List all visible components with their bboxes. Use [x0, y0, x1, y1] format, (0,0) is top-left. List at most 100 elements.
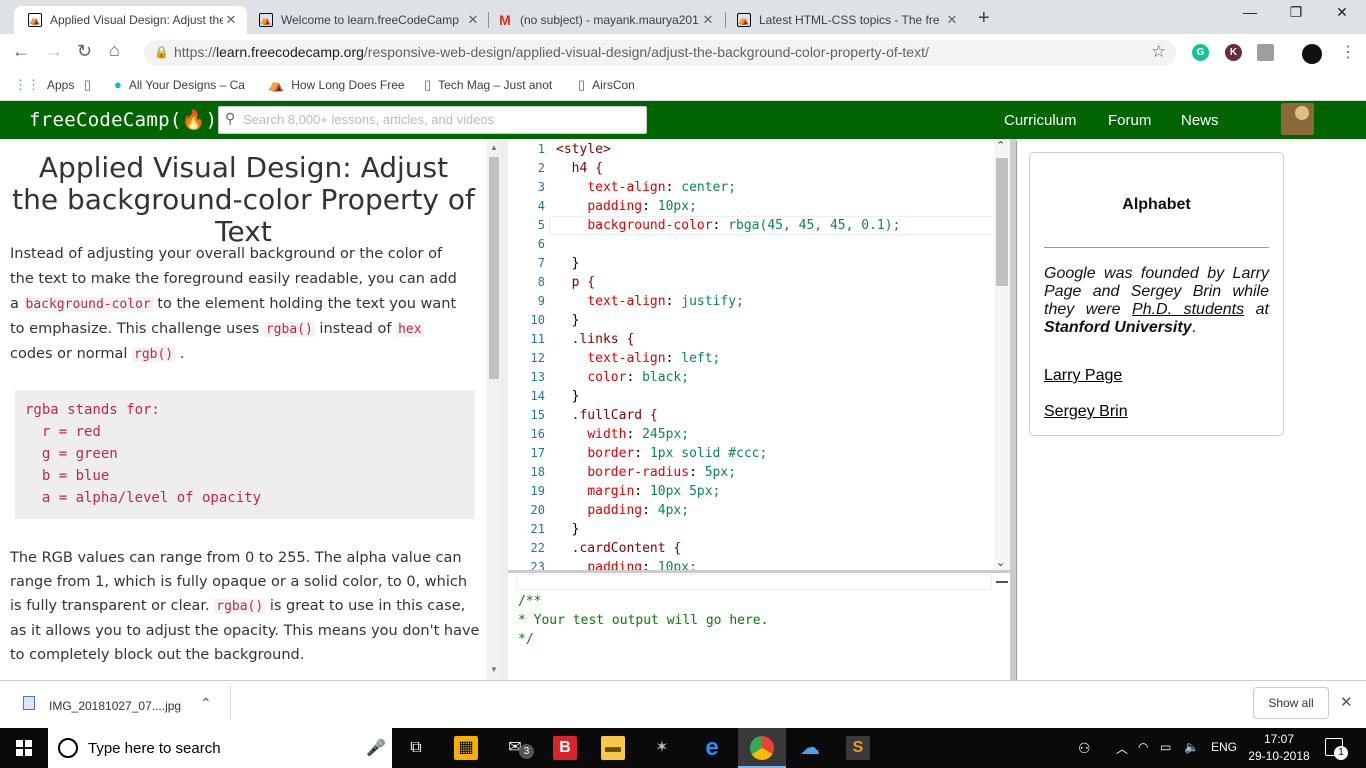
close-window-button[interactable]: ✕: [1319, 4, 1365, 21]
code-line[interactable]: background-color: rbga(45, 45, 45, 0.1);: [556, 216, 900, 235]
download-filename[interactable]: IMG_20181027_07....jpg: [49, 699, 181, 713]
code-line[interactable]: border: 1px solid #ccc;: [556, 444, 767, 463]
scroll-up-icon[interactable]: ▲: [490, 143, 498, 152]
code-line[interactable]: }: [556, 311, 580, 330]
people-icon[interactable]: ⚇: [1078, 740, 1091, 757]
home-icon[interactable]: ⌂: [109, 40, 120, 61]
taskbar-clock[interactable]: 17:07 29-10-2018: [1244, 731, 1314, 765]
code-line[interactable]: .fullCard {: [556, 406, 658, 425]
back-arrow-icon[interactable]: ←: [12, 41, 30, 62]
chevron-down-icon[interactable]: ⌄: [996, 556, 1005, 569]
canva-icon: ●: [114, 77, 122, 92]
code-line[interactable]: padding: 10px;: [556, 197, 697, 216]
line-number: 12: [530, 351, 545, 365]
close-icon[interactable]: ✕: [944, 12, 960, 28]
code-line[interactable]: h4 {: [556, 159, 603, 178]
tab-html-css[interactable]: ⛺ Latest HTML-CSS topics - The fre ✕: [723, 6, 968, 34]
bookmark-airscon[interactable]: ▯ AirsCon: [578, 77, 635, 93]
tab-gmail[interactable]: M (no subject) - mayank.maurya201 ✕: [484, 6, 724, 34]
chrome-icon[interactable]: [750, 736, 774, 760]
extension-icon[interactable]: [1257, 44, 1274, 61]
code-line[interactable]: p {: [556, 273, 596, 292]
close-icon[interactable]: ✕: [700, 12, 716, 28]
notification-badge: 1: [1334, 746, 1348, 760]
volume-icon[interactable]: 🔈: [1184, 740, 1199, 754]
bookmark-apps[interactable]: ⋮⋮ Apps: [14, 77, 74, 93]
clock-date: 29-10-2018: [1248, 749, 1310, 763]
code-line[interactable]: margin: 10px 5px;: [556, 482, 720, 501]
line-number: 21: [530, 522, 545, 536]
nav-forum[interactable]: Forum: [1108, 112, 1151, 129]
chevron-up-icon[interactable]: ⌃: [200, 695, 212, 712]
line-number: 17: [530, 446, 545, 460]
bookmark-how-long[interactable]: ⛺ How Long Does Free: [268, 77, 405, 93]
code-line[interactable]: }: [556, 387, 580, 406]
battery-icon[interactable]: ▭: [1160, 740, 1171, 754]
code-line[interactable]: }: [556, 254, 580, 273]
wifi-icon[interactable]: ◠: [1138, 740, 1148, 754]
code-line[interactable]: }: [556, 520, 580, 539]
code-line[interactable]: text-align: justify;: [556, 292, 744, 311]
bookmark-tech-mag[interactable]: ▯ Tech Mag – Just anot: [424, 77, 552, 93]
forward-arrow-icon[interactable]: →: [45, 41, 63, 62]
minimize-button[interactable]: —: [1227, 4, 1273, 20]
line-number: 18: [530, 465, 545, 479]
nav-news[interactable]: News: [1181, 112, 1219, 129]
code-line[interactable]: border-radius: 5px;: [556, 463, 736, 482]
link-sergey-brin[interactable]: Sergey Brin: [1044, 403, 1128, 421]
language-indicator[interactable]: ENG: [1211, 740, 1237, 754]
edge-icon[interactable]: e: [700, 736, 724, 760]
code-line[interactable]: .links {: [556, 330, 635, 349]
lesson-scrollbar-thumb[interactable]: [489, 157, 499, 379]
store-icon[interactable]: ▦: [454, 736, 478, 760]
code-line[interactable]: .cardContent {: [556, 539, 682, 558]
close-icon[interactable]: ✕: [465, 12, 481, 28]
reload-icon[interactable]: ↻: [77, 41, 92, 62]
windows-start-icon[interactable]: [16, 740, 32, 756]
code-line[interactable]: text-align: center;: [556, 178, 736, 197]
sublime-text-icon[interactable]: S: [846, 736, 870, 760]
close-icon[interactable]: ✕: [1340, 693, 1353, 711]
new-tab-button[interactable]: +: [978, 7, 990, 30]
user-avatar[interactable]: [1281, 103, 1314, 135]
file-explorer-icon[interactable]: ▬: [601, 736, 625, 760]
app-cloud-icon[interactable]: ☁: [798, 736, 822, 760]
profile-avatar[interactable]: [1302, 44, 1322, 64]
tab-welcome[interactable]: ⛺ Welcome to learn.freeCodeCamp ✕: [245, 6, 489, 34]
lesson-title: Applied Visual Design: Adjust the backgr…: [12, 151, 475, 248]
bookmark-star-icon[interactable]: ☆: [1151, 42, 1166, 62]
search-icon: ⚲: [225, 110, 236, 126]
lock-icon[interactable]: 🔒: [154, 45, 169, 59]
extension-k-icon[interactable]: K: [1225, 44, 1242, 61]
show-all-button[interactable]: Show all: [1253, 687, 1329, 719]
tab-active[interactable]: ⛺ Applied Visual Design: Adjust the ✕: [14, 6, 247, 34]
close-icon[interactable]: ✕: [223, 12, 239, 28]
code-line[interactable]: <style>: [556, 140, 611, 159]
task-view-icon[interactable]: ⧉: [404, 736, 428, 760]
editor-scrollbar-thumb[interactable]: [996, 158, 1008, 286]
nav-curriculum[interactable]: Curriculum: [1004, 112, 1077, 129]
output-header: [516, 574, 992, 590]
restore-button[interactable]: ❐: [1273, 4, 1319, 21]
scroll-down-icon[interactable]: ▼: [490, 665, 498, 674]
pane-divider[interactable]: [501, 139, 508, 680]
chevron-up-icon[interactable]: ︿: [1116, 740, 1128, 757]
bookmark-blank[interactable]: ▯: [84, 77, 98, 93]
code-line[interactable]: color: black;: [556, 368, 689, 387]
link-larry-page[interactable]: Larry Page: [1044, 367, 1122, 385]
url-text[interactable]: https://learn.freecodecamp.org/responsiv…: [174, 44, 929, 60]
gmail-icon: M: [499, 12, 511, 28]
chevron-up-icon[interactable]: ⌃: [996, 139, 1005, 152]
code-line[interactable]: padding: 4px;: [556, 501, 689, 520]
microphone-icon[interactable]: 🎤: [366, 738, 386, 758]
bookmark-canva[interactable]: ● All Your Designs – Ca: [114, 77, 245, 92]
app-b-icon[interactable]: B: [553, 736, 577, 760]
line-number: 9: [537, 294, 545, 308]
menu-kebab-icon[interactable]: ⋮: [1340, 42, 1356, 62]
fcc-logo[interactable]: freeCodeCamp(🔥): [29, 108, 217, 131]
output-minimize-icon[interactable]: [996, 581, 1008, 583]
app-icon[interactable]: ✶: [650, 736, 674, 760]
grammarly-icon[interactable]: G: [1192, 44, 1209, 61]
code-line[interactable]: text-align: left;: [556, 349, 720, 368]
code-line[interactable]: width: 245px;: [556, 425, 689, 444]
